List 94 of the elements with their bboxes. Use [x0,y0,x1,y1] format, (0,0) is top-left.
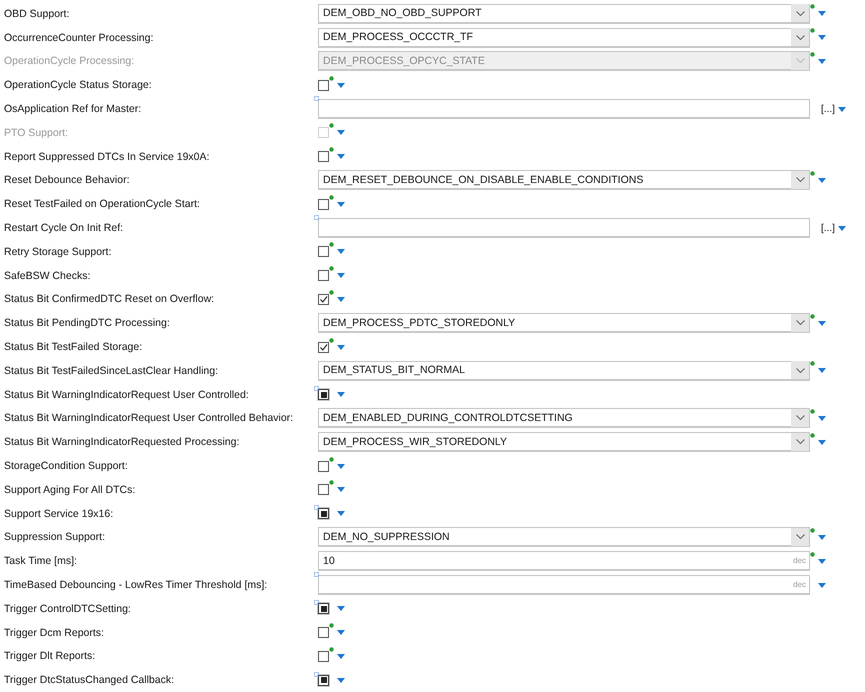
dropdown-field[interactable]: DEM_PROCESS_OCCCTR_TF [318,28,810,48]
chevron-down-icon [796,177,804,182]
setting-label: OsApplication Ref for Master: [3,103,142,116]
dropdown-arrow-icon[interactable] [337,511,345,516]
setting-label: OccurrenceCounter Processing: [3,32,154,44]
checkbox[interactable] [318,151,329,162]
checkbox[interactable] [318,294,329,305]
dropdown-arrow-icon[interactable] [818,35,826,40]
dropdown-arrow-icon[interactable] [337,82,345,88]
setting-label: StorageCondition Support: [3,460,129,472]
chevron-down-icon [796,415,804,420]
setting-label: Trigger Dcm Reports: [3,626,105,639]
checkbox[interactable] [318,198,329,210]
dropdown-arrow-icon[interactable] [818,58,826,64]
checkbox[interactable] [318,460,329,472]
browse-button[interactable]: [...] [821,104,835,115]
checkbox[interactable] [318,342,329,353]
setting-label: Status Bit WarningIndicatorRequest User Controlled: [3,388,250,401]
dropdown-field[interactable]: DEM_PROCESS_WIR_STOREDONLY [318,432,810,452]
setting-label: Reset TestFailed on OperationCycle Start: [3,198,201,210]
dropdown-arrow-icon[interactable] [337,654,345,659]
checkbox[interactable] [318,270,329,282]
dropdown-arrow-icon[interactable] [337,296,345,302]
setting-label: Retry Storage Support: [3,246,112,258]
setting-label: Reset Debounce Behavior: [3,174,130,186]
dropdown-arrow-icon[interactable] [818,368,826,374]
dropdown-arrow-icon[interactable] [838,106,846,112]
setting-label: OperationCycle Processing: [3,55,136,68]
setting-label: Restart Cycle On Init Ref: [3,222,124,234]
setting-label: Trigger DtcStatusChanged Callback: [3,674,176,686]
setting-label: Status Bit TestFailedSinceLastClear Handling: [3,364,220,377]
dropdown-arrow-icon[interactable] [337,464,345,469]
setting-label: PTO Support: [3,126,70,139]
checkbox[interactable] [318,80,329,91]
checkbox[interactable] [318,389,329,400]
setting-label: Trigger ControlDTCSetting: [3,602,132,615]
setting-label: Support Aging For All DTCs: [3,484,136,496]
setting-label: SafeBSW Checks: [3,270,92,282]
setting-label: Status Bit WarningIndicatorRequest User Controlled Behavior: [3,412,294,424]
checkbox[interactable] [318,627,329,638]
setting-label: Support Service 19x16: [3,508,114,520]
chevron-down-icon [796,34,804,40]
dropdown-arrow-icon[interactable] [337,678,345,683]
checkbox[interactable] [318,484,329,496]
dropdown-arrow-icon[interactable] [818,11,826,16]
setting-label: OBD Support: [3,8,70,20]
dropdown-field[interactable]: DEM_STATUS_BIT_NORMAL [318,360,810,381]
dropdown-field[interactable]: DEM_RESET_DEBOUNCE_ON_DISABLE_ENABLE_CONDITIONS [318,170,810,190]
dropdown-arrow-icon[interactable] [337,630,345,636]
setting-label: Status Bit PendingDTC Processing: [3,317,171,330]
setting-label: Report Suppressed DTCs In Service 19x0A: [3,150,210,163]
dropdown-arrow-icon[interactable] [818,320,826,326]
dropdown-field[interactable]: DEM_OBD_NO_OBD_SUPPORT [318,4,810,24]
dropdown-field[interactable]: DEM_PROCESS_PDTC_STOREDONLY [318,313,810,334]
dropdown-arrow-icon[interactable] [818,534,826,540]
checkbox[interactable] [318,603,329,614]
browse-button[interactable]: [...] [821,222,835,234]
dropdown-arrow-icon[interactable] [818,582,826,588]
dropdown-field[interactable]: DEM_ENABLED_DURING_CONTROLDTCSETTING [318,408,810,428]
dropdown-arrow-icon[interactable] [337,273,345,278]
setting-label: Task Time [ms]: [3,555,78,568]
setting-label: TimeBased Debouncing - LowRes Timer Threshold [ms]: [3,579,268,592]
dropdown-arrow-icon[interactable] [818,178,826,183]
dropdown-arrow-icon[interactable] [838,226,846,231]
dropdown-arrow-icon[interactable] [337,202,345,207]
dropdown-arrow-icon[interactable] [337,392,345,398]
dropdown-arrow-icon[interactable] [337,249,345,254]
number-field[interactable]: 10 dec [318,551,810,572]
reference-field[interactable] [318,99,810,120]
setting-label: Status Bit TestFailed Storage: [3,341,144,354]
dropdown-arrow-icon[interactable] [818,558,826,564]
checkbox[interactable] [318,508,329,520]
dropdown-arrow-icon[interactable] [818,440,826,445]
dropdown-arrow-icon[interactable] [337,487,345,492]
setting-label: Suppression Support: [3,531,106,544]
chevron-down-icon [796,10,804,16]
dropdown-arrow-icon[interactable] [337,344,345,350]
setting-label: Status Bit WarningIndicatorRequested Processing: [3,436,240,448]
reference-field[interactable] [318,218,810,238]
setting-label: Trigger Dlt Reports: [3,650,96,662]
dropdown-arrow-icon[interactable] [818,416,826,421]
chevron-down-icon [796,368,804,373]
checkbox[interactable] [318,246,329,258]
chevron-down-icon [796,534,804,540]
setting-label: OperationCycle Status Storage: [3,79,153,92]
checkbox[interactable] [318,650,329,662]
chevron-down-icon [796,58,804,64]
chevron-down-icon [796,320,804,326]
dropdown-arrow-icon[interactable] [337,154,345,160]
dropdown-field[interactable]: DEM_NO_SUPPRESSION [318,527,810,548]
checkbox[interactable] [318,674,329,686]
chevron-down-icon [796,439,804,444]
dropdown-arrow-icon[interactable] [337,606,345,612]
setting-label: Status Bit ConfirmedDTC Reset on Overflow: [3,293,216,306]
